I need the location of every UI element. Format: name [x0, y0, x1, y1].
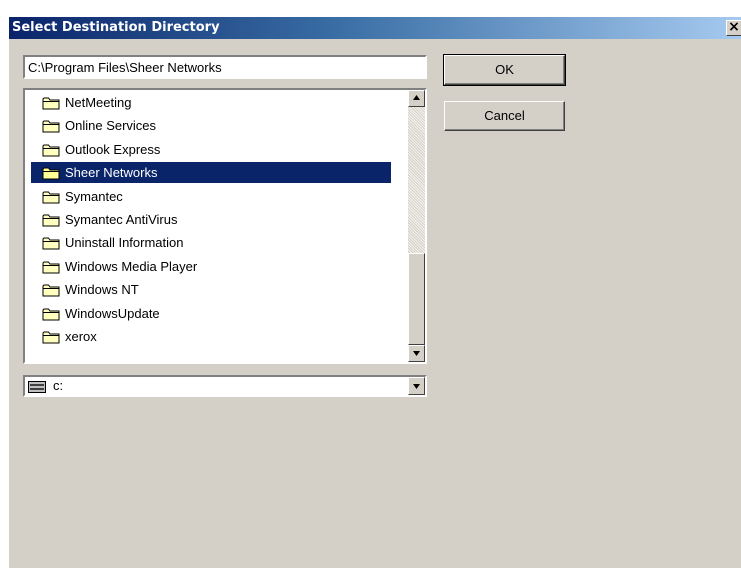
- folder-icon: [42, 284, 60, 297]
- folder-icon: [42, 97, 60, 110]
- folder-item[interactable]: Symantec AntiVirus: [31, 209, 391, 230]
- folder-item[interactable]: WindowsUpdate: [31, 303, 391, 324]
- vertical-scrollbar[interactable]: [408, 90, 425, 362]
- folder-label: Windows NT: [65, 282, 139, 298]
- folder-icon: [42, 191, 60, 204]
- folder-icon: [42, 144, 60, 157]
- folder-label: Symantec AntiVirus: [65, 212, 178, 227]
- cancel-button[interactable]: Cancel: [444, 101, 565, 131]
- folder-item[interactable]: Sheer Networks: [31, 162, 391, 184]
- folder-icon: [42, 214, 60, 227]
- scrollbar-thumb[interactable]: [408, 253, 425, 345]
- folder-item[interactable]: Windows NT: [31, 279, 391, 300]
- folder-item[interactable]: NetMeeting: [31, 92, 391, 113]
- hard-drive-icon: [28, 381, 46, 393]
- folder-item[interactable]: Online Services: [31, 115, 391, 136]
- directory-path-input[interactable]: [23, 55, 427, 79]
- folder-label: Outlook Express: [65, 141, 161, 157]
- folder-item[interactable]: xerox: [31, 326, 391, 347]
- drive-dropdown[interactable]: c:: [23, 375, 427, 397]
- ok-button[interactable]: OK: [443, 54, 566, 86]
- folder-item[interactable]: Windows Media Player: [31, 256, 391, 277]
- dropdown-button[interactable]: [408, 377, 425, 395]
- folder-icon: [42, 308, 60, 321]
- title-bar[interactable]: Select Destination Directory ×: [9, 17, 741, 39]
- folder-label: Uninstall Information: [65, 235, 184, 251]
- drive-label: c:: [53, 378, 64, 393]
- dialog-title: Select Destination Directory: [12, 20, 220, 35]
- folder-icon: [42, 120, 60, 133]
- arrow-up-icon: [413, 95, 420, 100]
- folder-label: xerox: [65, 329, 97, 344]
- folder-icon: [42, 237, 60, 250]
- scroll-up-button[interactable]: [408, 90, 425, 107]
- folder-label: NetMeeting: [65, 95, 132, 110]
- close-icon: ×: [728, 19, 740, 35]
- folder-label: WindowsUpdate: [65, 305, 160, 321]
- folder-icon: [42, 331, 60, 344]
- folder-item[interactable]: Symantec: [31, 186, 391, 207]
- close-button[interactable]: ×: [726, 20, 741, 36]
- folder-label: Sheer Networks: [65, 165, 158, 181]
- chevron-down-icon: [413, 384, 420, 389]
- folder-list[interactable]: NetMeeting Online Services Outlook Express…: [23, 88, 427, 364]
- folder-label: Symantec: [65, 188, 123, 204]
- folder-label: Windows Media Player: [65, 258, 198, 274]
- folder-icon: [42, 167, 60, 180]
- scroll-down-button[interactable]: [408, 345, 425, 362]
- select-directory-dialog: Select Destination Directory × NetMeetin…: [8, 16, 741, 568]
- folder-icon: [42, 261, 60, 274]
- folder-item[interactable]: Uninstall Information: [31, 232, 391, 253]
- folder-item[interactable]: Outlook Express: [31, 139, 391, 160]
- folder-label: Online Services: [65, 118, 157, 134]
- arrow-down-icon: [413, 351, 420, 356]
